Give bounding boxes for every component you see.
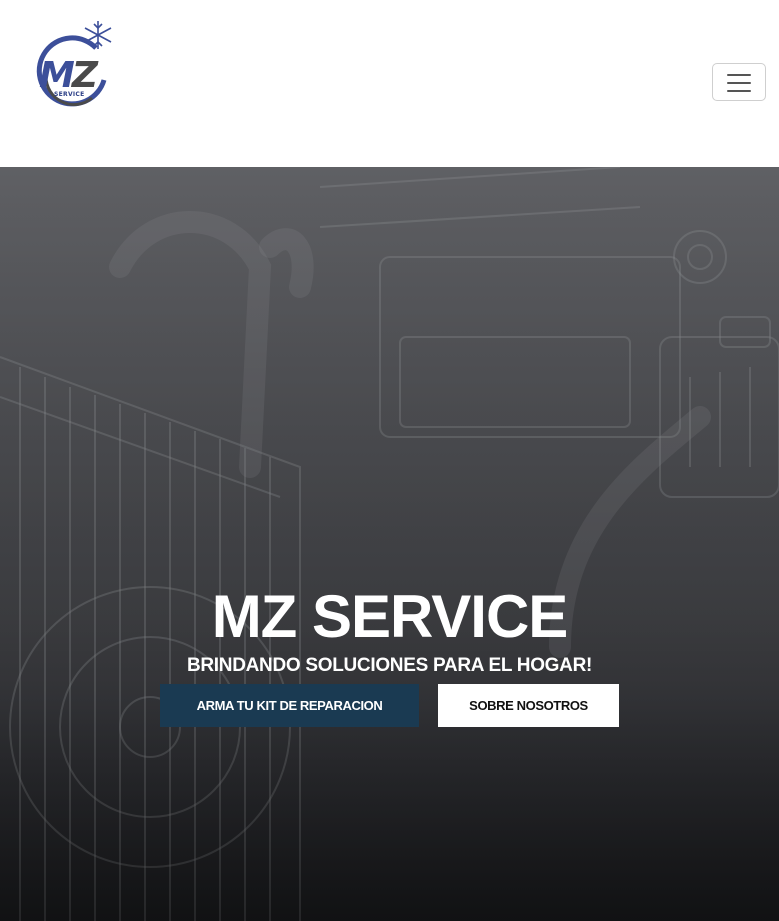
hero-background-image [0,167,779,921]
brand-logo[interactable]: MZ SERVICE [34,18,116,116]
hero-title: MZ SERVICE [211,583,569,651]
about-us-button[interactable]: SOBRE NOSOTROS [438,684,619,727]
hamburger-menu-icon[interactable] [712,63,766,101]
logo-letter-z: Z [71,55,98,96]
logo-letter-m: M [39,55,75,96]
hamburger-line [727,90,751,92]
hamburger-line [727,74,751,76]
hero-subtitle: BRINDANDO SOLUCIONES PARA EL HOGAR! [186,655,593,676]
logo-monogram: MZ [39,55,98,96]
hamburger-line [727,82,751,84]
logo-service-text: SERVICE [54,91,85,98]
hero-section: MZ SERVICE BRINDANDO SOLUCIONES PARA EL … [0,167,779,921]
navbar: MZ SERVICE [0,0,779,167]
repair-kit-button[interactable]: ARMA TU KIT DE REPARACION [160,684,419,727]
